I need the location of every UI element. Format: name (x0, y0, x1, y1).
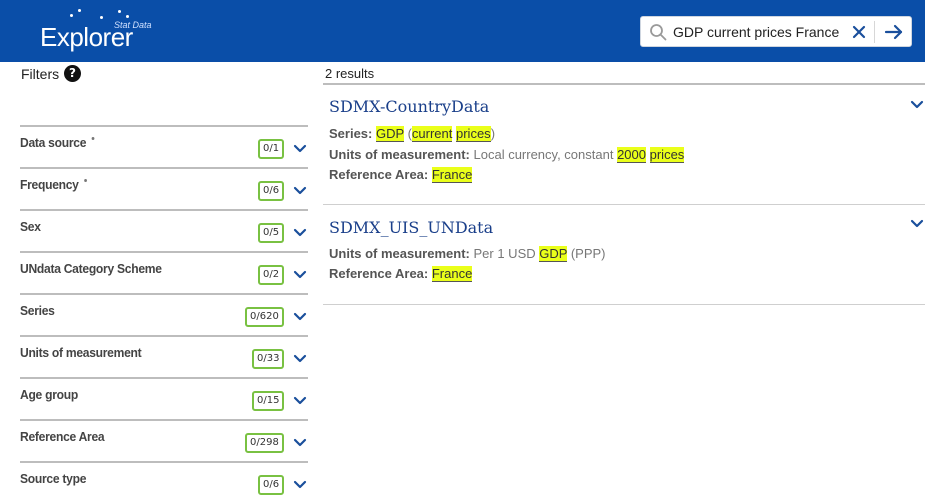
filter-label: Age group (20, 387, 78, 402)
filters-title: Filters (21, 66, 60, 82)
units-text: Local currency, constant (473, 147, 614, 162)
explorer-logo[interactable]: Stat Data Explorer (40, 6, 160, 56)
filter-item[interactable]: Reference Area 0/298 (20, 419, 308, 461)
filter-label: Series (20, 303, 55, 318)
chevron-down-icon[interactable] (292, 267, 308, 283)
chevron-down-icon[interactable] (909, 97, 925, 113)
filter-count-badge: 0/298 (245, 433, 284, 453)
filter-item[interactable]: Frequency 0/6 (20, 167, 308, 209)
result-item: SDMX_UIS_UNData Units of measurement: Pe… (323, 205, 925, 305)
result-series-line: Series: GDP (current prices) (329, 126, 496, 142)
chevron-down-icon[interactable] (909, 216, 925, 232)
highlight-term: current (411, 126, 453, 142)
filter-count-badge: 0/6 (258, 475, 285, 495)
highlight-term: 2000 (617, 147, 646, 163)
search-submit-arrow-icon[interactable] (879, 20, 909, 44)
help-icon[interactable]: ? (64, 65, 81, 82)
filter-count-badge: 0/620 (245, 307, 284, 327)
filter-item[interactable]: Series 0/620 (20, 293, 308, 335)
area-label: Reference Area: (329, 266, 429, 281)
filter-label: Data source (20, 135, 95, 150)
highlight-term: prices (649, 147, 685, 163)
units-text: Per 1 USD (473, 246, 536, 261)
highlight-term: prices (456, 126, 491, 142)
filter-item[interactable]: Age group 0/15 (20, 377, 308, 419)
units-label: Units of measurement: (329, 147, 470, 162)
filter-label: Sex (20, 219, 41, 234)
filter-count-badge: 0/5 (258, 223, 285, 243)
result-area-line: Reference Area: France (329, 167, 473, 183)
filter-item[interactable]: Data source 0/1 (20, 125, 308, 167)
chevron-down-icon[interactable] (292, 435, 308, 451)
app-header: Stat Data Explorer GDP current prices Fr… (0, 0, 925, 62)
filter-count-badge: 0/1 (258, 139, 285, 159)
chevron-down-icon[interactable] (292, 309, 308, 325)
search-box[interactable]: GDP current prices France (640, 16, 912, 47)
chevron-down-icon[interactable] (292, 225, 308, 241)
units-ppp: (PPP) (570, 246, 606, 261)
chevron-down-icon[interactable] (292, 477, 308, 493)
paren-close: ) (490, 126, 496, 141)
search-input[interactable]: GDP current prices France (673, 24, 839, 40)
filter-item[interactable]: Source type 0/6 (20, 461, 308, 503)
filter-item[interactable]: UNdata Category Scheme 0/2 (20, 251, 308, 293)
filter-count-badge: 0/33 (252, 349, 285, 369)
clear-search-icon[interactable] (849, 21, 869, 43)
logo-text: Explorer (40, 22, 133, 52)
filter-label: Source type (20, 471, 87, 486)
series-label: Series: (329, 126, 373, 141)
filter-item[interactable]: Units of measurement 0/33 (20, 335, 308, 377)
search-icon (650, 24, 667, 41)
filter-label: Reference Area (20, 429, 105, 444)
filter-label: Frequency (20, 177, 88, 192)
result-units-line: Units of measurement: Per 1 USD GDP (PPP… (329, 246, 606, 262)
highlight-term: France (431, 266, 473, 282)
chevron-down-icon[interactable] (292, 351, 308, 367)
area-label: Reference Area: (329, 167, 429, 182)
units-label: Units of measurement: (329, 246, 470, 261)
highlight-term: GDP (376, 126, 404, 142)
chevron-down-icon[interactable] (292, 393, 308, 409)
filter-label: UNdata Category Scheme (20, 261, 162, 276)
result-area-line: Reference Area: France (329, 266, 473, 282)
result-units-line: Units of measurement: Local currency, co… (329, 147, 685, 163)
filter-active-dot-icon (84, 179, 88, 182)
result-item: SDMX-CountryData Series: GDP (current pr… (323, 85, 925, 205)
chevron-down-icon[interactable] (292, 183, 308, 199)
highlight-term: GDP (539, 246, 568, 262)
filter-active-dot-icon (91, 137, 95, 140)
filter-count-badge: 0/6 (258, 181, 285, 201)
highlight-term: France (431, 167, 473, 183)
filter-count-badge: 0/15 (252, 391, 285, 411)
search-divider (874, 21, 875, 43)
results-count: 2 results (325, 66, 375, 81)
filter-count-badge: 0/2 (258, 265, 285, 285)
result-title[interactable]: SDMX_UIS_UNData (329, 218, 493, 237)
filter-item[interactable]: Sex 0/5 (20, 209, 308, 251)
result-title[interactable]: SDMX-CountryData (329, 97, 489, 116)
filter-label: Units of measurement (20, 345, 142, 360)
chevron-down-icon[interactable] (292, 141, 308, 157)
